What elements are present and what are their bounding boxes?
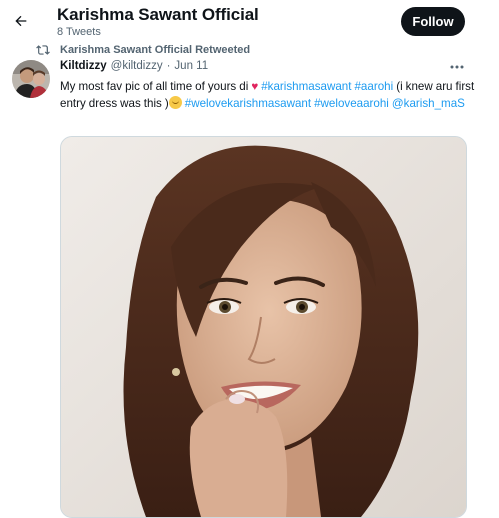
more-options-button[interactable] xyxy=(448,59,466,75)
red-heart-emoji: ♥ xyxy=(251,80,259,93)
tweet-date[interactable]: Jun 11 xyxy=(174,60,208,72)
hugging-face-emoji xyxy=(168,96,182,109)
separator-dot: · xyxy=(166,60,171,72)
profile-name: Karishma Sawant Official xyxy=(57,5,259,24)
retweet-indicator: Karishma Sawant Official Retweeted xyxy=(36,42,250,58)
follow-button[interactable]: Follow xyxy=(401,7,465,36)
tweet-text-part1: My most fav pic of all time of yours di xyxy=(60,80,249,93)
mention-link[interactable]: @karish_maS xyxy=(392,97,465,110)
tweet-header: Kiltdizzy @kiltdizzy · Jun 11 xyxy=(60,60,208,72)
profile-header: Karishma Sawant Official 8 Tweets Follow xyxy=(0,0,499,42)
tweet-media-image[interactable] xyxy=(60,136,467,518)
hashtag-link[interactable]: #karishmasawant xyxy=(261,80,351,93)
author-handle[interactable]: @kiltdizzy xyxy=(111,60,163,72)
tweet-text: My most fav pic of all time of yours di … xyxy=(60,78,475,112)
hashtag-link[interactable]: #weloveaarohi xyxy=(314,97,389,110)
tweet-count: 8 Tweets xyxy=(57,26,101,38)
back-button[interactable] xyxy=(8,8,34,34)
retweet-label: Karishma Sawant Official Retweeted xyxy=(60,44,251,56)
retweet-icon xyxy=(36,45,50,55)
author-avatar[interactable] xyxy=(12,60,50,98)
hashtag-link[interactable]: #aarohi xyxy=(354,80,393,93)
author-name[interactable]: Kiltdizzy xyxy=(60,60,107,72)
more-horizontal-icon xyxy=(450,65,464,69)
arrow-left-icon xyxy=(15,15,27,27)
hashtag-link[interactable]: #welovekarishmasawant xyxy=(185,97,311,110)
